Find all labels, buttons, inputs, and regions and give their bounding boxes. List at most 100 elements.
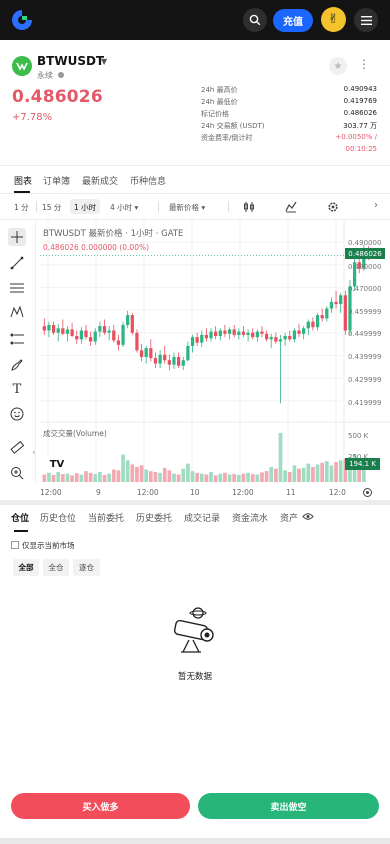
symbol-name[interactable]: BTWUSDT	[37, 54, 104, 68]
tab-funding-flow[interactable]: 资金流水	[232, 511, 268, 524]
volume-bar	[148, 471, 153, 482]
current-market-checkbox[interactable]	[11, 541, 19, 549]
favorite-star-icon[interactable]: ★	[329, 57, 347, 75]
candle-body	[79, 330, 83, 340]
last-price: 0.486026	[12, 87, 103, 107]
candle-body	[329, 301, 334, 309]
volume-bar	[260, 472, 264, 482]
active-tab-indicator	[14, 530, 28, 532]
volume-bar	[79, 474, 84, 482]
search-button[interactable]	[243, 8, 267, 32]
timeframe-15m[interactable]: 15 分	[42, 202, 61, 213]
volume-bar	[121, 454, 125, 482]
candle-body	[167, 360, 171, 365]
price-type-select[interactable]: 最新价格 ▾	[169, 202, 205, 213]
tab-order-history[interactable]: 历史委托	[136, 511, 172, 524]
candle-body	[47, 325, 51, 331]
candle-body	[278, 339, 283, 342]
candle-body	[269, 337, 273, 340]
candle-body	[102, 326, 107, 333]
candle-body	[112, 330, 116, 341]
filter-all[interactable]: 全部	[13, 559, 39, 576]
timeframe-4h[interactable]: 4 小时 ▾	[110, 202, 138, 213]
candle-body	[214, 331, 218, 337]
volume-bar	[334, 462, 338, 482]
y-tick-label: 0.439999	[348, 353, 382, 361]
candle-body	[70, 329, 74, 337]
tab-assets[interactable]: 资产	[280, 511, 298, 524]
candle-body	[190, 337, 195, 346]
menu-button[interactable]	[354, 8, 378, 32]
tab-coin-info[interactable]: 币种信息	[130, 174, 166, 187]
candle-body	[75, 336, 79, 340]
y-tick-label: 0.480000	[348, 263, 382, 271]
chart-legend-title: BTWUSDT 最新价格 · 1小时 · GATE	[43, 229, 184, 239]
tab-positions[interactable]: 仓位	[11, 511, 29, 524]
volume-bar	[176, 474, 181, 482]
tab-position-history[interactable]: 历史仓位	[40, 511, 76, 524]
volume-tag: 194.1 K	[345, 458, 380, 470]
volume-bar	[144, 469, 149, 482]
eye-icon[interactable]	[302, 512, 314, 521]
candle-body	[343, 295, 347, 331]
info-icon[interactable]	[57, 72, 64, 78]
chevron-left-icon[interactable]: ‹	[32, 448, 36, 458]
candle-body	[325, 308, 329, 319]
chevron-right-icon[interactable]: ›	[374, 200, 378, 211]
indicators-icon[interactable]	[285, 201, 297, 213]
tab-orderbook[interactable]: 订单簿	[43, 174, 70, 187]
stat-value: 0.486026	[343, 109, 377, 117]
filter-isolated[interactable]: 逐仓	[73, 559, 100, 576]
stat-label: 资金费率/倒计时	[201, 134, 253, 142]
tradingview-logo-icon[interactable]: TV	[45, 456, 69, 472]
stat-label: 标记价格	[201, 110, 229, 118]
tab-chart[interactable]: 图表	[14, 174, 32, 187]
candle-body	[200, 334, 204, 343]
divider	[36, 201, 37, 212]
candle-body	[227, 329, 232, 334]
filter-cross[interactable]: 全仓	[43, 559, 69, 576]
volume-bar	[269, 467, 274, 482]
divider	[158, 201, 159, 212]
volume-bar	[56, 472, 61, 482]
candle-body	[306, 321, 310, 329]
candle-body	[311, 321, 315, 328]
top-bar: 充值 ✌	[0, 0, 390, 40]
kline-chart[interactable]: T BTWUSDT 最新价格 · 1小时 · GATE 0.486026 0.0…	[0, 220, 390, 500]
x-tick-label: 12:00	[137, 488, 159, 497]
candle-style-icon[interactable]	[243, 201, 255, 213]
timeframe-1m[interactable]: 1 分	[14, 202, 29, 213]
stat-value: 0.419769	[343, 97, 377, 105]
volume-bar	[209, 472, 213, 482]
sell-short-button[interactable]: 卖出做空	[198, 793, 379, 819]
volume-bar	[227, 474, 232, 482]
deposit-button[interactable]: 充值	[273, 9, 313, 32]
avatar[interactable]: ✌	[321, 7, 346, 32]
volume-bar	[218, 473, 223, 482]
tab-trade-history[interactable]: 成交记录	[184, 511, 220, 524]
volume-bar	[65, 473, 70, 482]
volume-bar	[74, 473, 79, 482]
x-tick-label: 12:00	[232, 488, 254, 497]
settings-gear-icon[interactable]	[327, 201, 339, 213]
more-options-icon[interactable]: ⋮	[358, 57, 370, 71]
tab-open-orders[interactable]: 当前委托	[88, 511, 124, 524]
funding-rate: +0.0050% /	[335, 133, 377, 141]
chevron-down-icon[interactable]: ▼	[101, 57, 107, 66]
volume-bar	[158, 472, 162, 482]
buy-long-button[interactable]: 买入做多	[11, 793, 190, 819]
chart-settings-icon[interactable]	[362, 487, 373, 498]
exchange-logo-icon[interactable]	[10, 8, 34, 32]
y-tick-label: 0.419999	[348, 399, 382, 407]
volume-bar	[306, 463, 311, 482]
volume-bar	[42, 474, 47, 482]
divider	[228, 201, 229, 212]
volume-bar	[287, 472, 292, 482]
candle-body	[172, 356, 176, 365]
candle-body	[246, 332, 250, 335]
timeframe-1h[interactable]: 1 小时	[74, 202, 96, 213]
volume-bar	[111, 469, 116, 482]
candle-body	[139, 350, 144, 357]
volume-bar	[301, 467, 306, 482]
tab-recent-trades[interactable]: 最新成交	[82, 174, 118, 187]
